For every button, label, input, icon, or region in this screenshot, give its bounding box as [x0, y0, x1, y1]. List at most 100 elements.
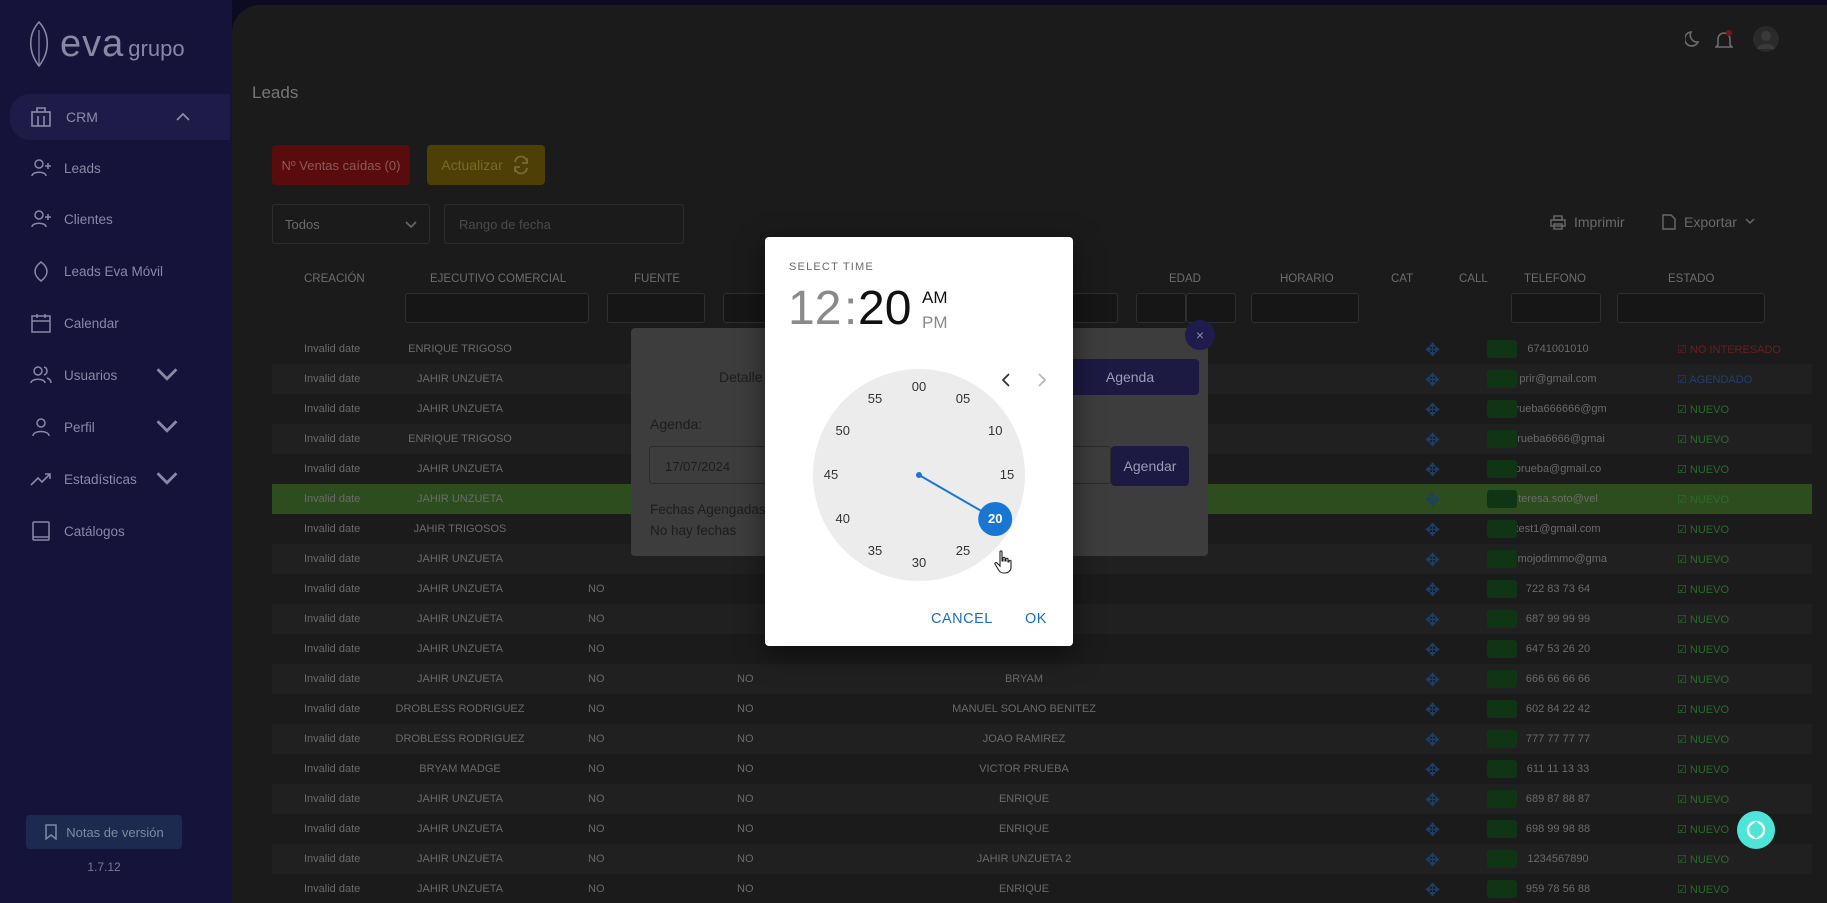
- minutes-display[interactable]: 20: [858, 281, 911, 336]
- ok-button[interactable]: OK: [1025, 611, 1047, 627]
- ventas-caidas-button[interactable]: Nº Ventas caídas (0): [272, 145, 410, 185]
- sidebar-item-crm[interactable]: CRM: [10, 94, 230, 140]
- col-header-estado[interactable]: ESTADO: [1668, 273, 1714, 285]
- call-button[interactable]: [1487, 700, 1517, 718]
- print-button[interactable]: Imprimir: [1550, 204, 1625, 240]
- table-row[interactable]: Invalid date JAHIR UNZUETA NO NO ENRIQUE 959 …: [272, 874, 1812, 903]
- call-button[interactable]: [1487, 760, 1517, 778]
- col-header-fuente[interactable]: FUENTE: [634, 273, 680, 285]
- call-button[interactable]: [1487, 820, 1517, 838]
- call-button[interactable]: [1487, 790, 1517, 808]
- move-icon[interactable]: ✥: [1425, 790, 1440, 811]
- clock-number[interactable]: 55: [860, 389, 890, 409]
- move-icon[interactable]: ✥: [1425, 730, 1440, 751]
- clock-number[interactable]: 25: [948, 541, 978, 561]
- col-header-horario[interactable]: HORARIO: [1280, 273, 1334, 285]
- dark-mode-moon-icon[interactable]: [1683, 30, 1703, 53]
- filter-fuente-input[interactable]: [607, 293, 705, 323]
- notification-bell-icon[interactable]: [1714, 30, 1734, 55]
- chevron-right-icon[interactable]: [1037, 373, 1047, 392]
- call-button[interactable]: [1487, 640, 1517, 658]
- move-icon[interactable]: ✥: [1425, 880, 1440, 901]
- move-icon[interactable]: ✥: [1425, 370, 1440, 391]
- sidebar-item-calendar[interactable]: Calendar: [30, 308, 190, 338]
- agenda-date-input[interactable]: 17/07/2024: [649, 446, 769, 484]
- call-button[interactable]: [1487, 520, 1517, 538]
- clock-number[interactable]: 35: [860, 541, 890, 561]
- avatar[interactable]: [1752, 25, 1780, 58]
- table-row[interactable]: Invalid date JAHIR UNZUETA NO NO ENRIQUE 689 …: [272, 784, 1812, 814]
- sidebar-item-catalogos[interactable]: Catálogos: [30, 516, 190, 546]
- clock-number[interactable]: 20: [980, 509, 1010, 529]
- move-icon[interactable]: ✥: [1425, 670, 1440, 691]
- move-icon[interactable]: ✥: [1425, 580, 1440, 601]
- table-row[interactable]: Invalid date DROBLESS RODRIGUEZ NO NO MANUEL…: [272, 694, 1812, 724]
- move-icon[interactable]: ✥: [1425, 460, 1440, 481]
- app-logo[interactable]: eva grupo: [26, 18, 185, 70]
- call-button[interactable]: [1487, 340, 1517, 358]
- col-header-creacion[interactable]: CREACIÓN: [304, 273, 365, 285]
- clock-number[interactable]: 10: [980, 421, 1010, 441]
- agenda-tab-button[interactable]: Agenda: [1061, 359, 1199, 395]
- release-notes-button[interactable]: Notas de versión: [26, 815, 182, 849]
- move-icon[interactable]: ✥: [1425, 400, 1440, 421]
- col-header-call[interactable]: Call: [1459, 273, 1488, 285]
- col-header-telefono[interactable]: TELEFONO: [1524, 273, 1586, 285]
- filter-ejecutivo-input[interactable]: [405, 293, 589, 323]
- call-button[interactable]: [1487, 670, 1517, 688]
- move-icon[interactable]: ✥: [1425, 760, 1440, 781]
- sidebar-item-leads[interactable]: Leads: [30, 153, 190, 183]
- filter-horario-input[interactable]: [1251, 293, 1359, 323]
- filter-input[interactable]: [1072, 293, 1118, 323]
- move-icon[interactable]: ✥: [1425, 610, 1440, 631]
- sidebar-item-clientes[interactable]: Clientes: [30, 204, 190, 234]
- table-row[interactable]: Invalid date JAHIR UNZUETA NO NO JAHIR UNZUE…: [272, 844, 1812, 874]
- cancel-button[interactable]: CANCEL: [931, 611, 993, 627]
- date-range-input[interactable]: Rango de fecha: [444, 204, 684, 244]
- clock-number[interactable]: 40: [828, 509, 858, 529]
- am-toggle[interactable]: AM: [922, 288, 948, 308]
- call-button[interactable]: [1487, 580, 1517, 598]
- agenda-time-input[interactable]: [1071, 446, 1111, 484]
- refresh-button[interactable]: Actualizar: [427, 145, 545, 185]
- table-row[interactable]: Invalid date DROBLESS RODRIGUEZ NO NO JOAO R…: [272, 724, 1812, 754]
- filter-telefono-input[interactable]: [1511, 293, 1601, 323]
- call-button[interactable]: [1487, 370, 1517, 388]
- call-button[interactable]: [1487, 730, 1517, 748]
- call-button[interactable]: [1487, 850, 1517, 868]
- move-icon[interactable]: ✥: [1425, 640, 1440, 661]
- table-row[interactable]: Invalid date JAHIR UNZUETA NO NO ENRIQUE 698 …: [272, 814, 1812, 844]
- clock-number[interactable]: 45: [816, 465, 846, 485]
- sidebar-item-estadisticas[interactable]: Estadísticas: [30, 464, 190, 494]
- sidebar-item-usuarios[interactable]: Usuarios: [30, 360, 190, 390]
- call-button[interactable]: [1487, 610, 1517, 628]
- close-modal-button[interactable]: ×: [1185, 320, 1215, 350]
- clock-number[interactable]: 00: [904, 377, 934, 397]
- hours-display[interactable]: 12: [788, 281, 841, 336]
- move-icon[interactable]: ✥: [1425, 820, 1440, 841]
- clock-number[interactable]: 50: [828, 421, 858, 441]
- call-button[interactable]: [1487, 460, 1517, 478]
- call-button[interactable]: [1487, 880, 1517, 898]
- col-header-edad[interactable]: EDAD: [1169, 273, 1201, 285]
- clock-number[interactable]: 15: [992, 465, 1022, 485]
- call-button[interactable]: [1487, 430, 1517, 448]
- filter-edad-max-input[interactable]: [1186, 293, 1236, 323]
- move-icon[interactable]: ✥: [1425, 520, 1440, 541]
- call-button[interactable]: [1487, 400, 1517, 418]
- move-icon[interactable]: ✥: [1425, 850, 1440, 871]
- filter-estado-input[interactable]: [1617, 293, 1765, 323]
- clock-number[interactable]: 30: [904, 553, 934, 573]
- agendar-button[interactable]: Agendar: [1111, 446, 1189, 486]
- call-button[interactable]: [1487, 490, 1517, 508]
- sidebar-item-perfil[interactable]: Perfil: [30, 412, 190, 442]
- move-icon[interactable]: ✥: [1425, 700, 1440, 721]
- sidebar-item-leads-eva-movil[interactable]: Leads Eva Móvil: [30, 256, 190, 286]
- floating-action-button[interactable]: [1737, 811, 1775, 849]
- move-icon[interactable]: ✥: [1425, 550, 1440, 571]
- pm-toggle[interactable]: PM: [922, 313, 948, 333]
- move-icon[interactable]: ✥: [1425, 340, 1440, 361]
- table-row[interactable]: Invalid date BRYAM MADGE NO NO VICTOR PRUEBA…: [272, 754, 1812, 784]
- call-button[interactable]: [1487, 550, 1517, 568]
- status-filter-select[interactable]: Todos: [272, 204, 430, 244]
